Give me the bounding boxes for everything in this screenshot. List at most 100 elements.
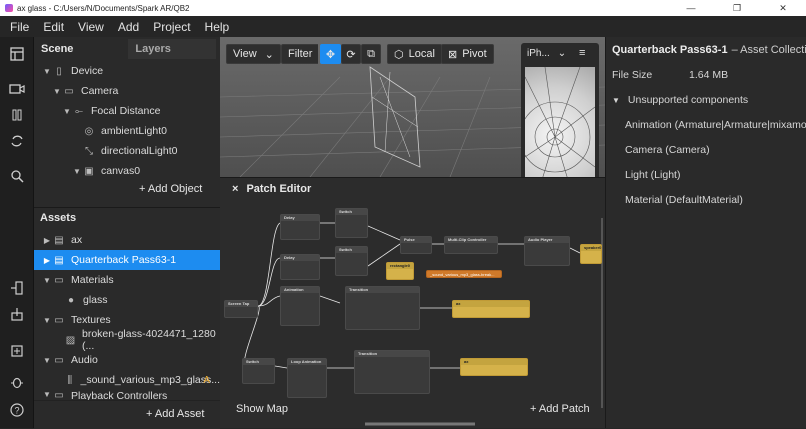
- menu-icon[interactable]: ≡: [579, 47, 585, 59]
- video-camera-icon[interactable]: [9, 81, 25, 97]
- move-tool-icon[interactable]: ✥: [320, 44, 341, 64]
- device-icon: ▯: [56, 65, 62, 77]
- device-preview: iPh...⌄ ≡ ⟲ ↻: [521, 43, 599, 177]
- patch-delay-1[interactable]: Delay: [280, 214, 320, 240]
- menu-bar: File Edit View Add Project Help: [0, 16, 806, 37]
- menu-add[interactable]: Add: [118, 20, 139, 34]
- asset-item-playback-controllers[interactable]: ▼ ▭ Playback Controllers: [34, 390, 220, 400]
- asset-item-quarterback[interactable]: ▶ ▤ Quarterback Pass63-1: [34, 250, 220, 270]
- asset-item-broken-glass[interactable]: ▨ broken-glass-4024471_1280 (...: [34, 328, 220, 352]
- rotate-tool-icon[interactable]: ⟳: [341, 44, 361, 64]
- collapse-arrow-icon[interactable]: ▼: [42, 67, 52, 76]
- viewport[interactable]: View ⌄ Filter ✥ ⟳ ⧉ ⬡ Local ⊠ Pivot iPh... ⌄…: [220, 37, 605, 177]
- patch-delay-2[interactable]: Delay: [280, 254, 320, 280]
- patch-multi-clip-controller[interactable]: Multi-Clip Controller: [444, 236, 498, 254]
- tab-scene[interactable]: Scene: [34, 39, 80, 59]
- help-icon[interactable]: ?: [9, 402, 25, 418]
- patch-animation[interactable]: Animation: [280, 286, 320, 326]
- filter-button[interactable]: Filter: [281, 44, 319, 64]
- component-item: Camera (Camera): [625, 144, 710, 156]
- patch-pulse[interactable]: Pulse: [400, 236, 432, 254]
- menu-edit[interactable]: Edit: [43, 20, 64, 34]
- zoom-icon[interactable]: [9, 168, 25, 184]
- add-patch-button[interactable]: + Add Patch: [530, 403, 590, 415]
- tree-item-ambient-light[interactable]: ◎ ambientLight0: [34, 121, 220, 141]
- scene-panel: Scene Layers ▼ ▯ Device ▼ ▭ Camera ▼ ⟜ F…: [34, 37, 220, 207]
- patch-screen-tap[interactable]: Screen Tap: [224, 300, 258, 318]
- patch-ax-1[interactable]: ax: [452, 300, 530, 318]
- file-size-label: File Size: [612, 69, 653, 81]
- pivot-toggle[interactable]: ⊠ Pivot: [441, 44, 494, 64]
- tree-item-device[interactable]: ▼ ▯ Device: [34, 61, 220, 81]
- device-select[interactable]: iPh... ⌄: [527, 48, 566, 59]
- patch-switch-3[interactable]: Switch: [242, 358, 275, 384]
- add-asset-button[interactable]: + Add Asset: [146, 408, 204, 420]
- minimize-button[interactable]: —: [668, 0, 714, 16]
- patch-transition-2[interactable]: Transition: [354, 350, 430, 394]
- asset-item-glass[interactable]: ● glass: [34, 290, 220, 310]
- patch-ax-2[interactable]: ax: [460, 358, 528, 376]
- collapse-arrow-icon[interactable]: ▼: [62, 107, 72, 116]
- restore-button[interactable]: ❐: [714, 0, 760, 16]
- audio-waveform-icon: ⫼: [67, 374, 73, 386]
- scale-tool-icon[interactable]: ⧉: [361, 44, 381, 64]
- tab-layers[interactable]: Layers: [128, 39, 217, 59]
- tree-item-directional-light[interactable]: ⤡ directionalLight0: [34, 141, 220, 161]
- folder-icon: ▭: [54, 354, 64, 366]
- add-to-library-icon[interactable]: [9, 342, 25, 358]
- patch-switch-1[interactable]: Switch: [335, 208, 368, 238]
- tree-item-label: directionalLight0: [101, 145, 178, 157]
- local-toggle[interactable]: ⬡ Local: [387, 44, 442, 64]
- expand-arrow-icon[interactable]: ▶: [42, 256, 52, 265]
- close-window-button[interactable]: ✕: [760, 0, 806, 16]
- asset-item-label: Materials: [71, 274, 114, 286]
- show-map-button[interactable]: Show Map: [236, 403, 288, 415]
- patch-transition-1[interactable]: Transition: [345, 286, 420, 330]
- asset-item-label: Audio: [71, 354, 98, 366]
- patch-speaker[interactable]: speaker0: [580, 244, 602, 264]
- expand-arrow-icon[interactable]: ▶: [42, 236, 52, 245]
- patch-editor[interactable]: × Patch Editor Delay Switch Delay Switch …: [220, 177, 605, 428]
- asset-item-audio[interactable]: ▼ ▭ Audio: [34, 350, 220, 370]
- properties-panel: Quarterback Pass63-1– Asset Collection F…: [605, 37, 806, 428]
- asset-item-sound[interactable]: ⫼ _sound_various_mp3_glass... A: [34, 370, 220, 390]
- menu-help[interactable]: Help: [205, 20, 230, 34]
- refresh-icon[interactable]: [9, 133, 25, 149]
- asset-item-label: glass: [83, 294, 108, 306]
- menu-view[interactable]: View: [78, 20, 104, 34]
- collapse-arrow-icon[interactable]: ▼: [42, 390, 52, 399]
- patch-sound-asset[interactable]: _sound_various_mp3_glass-break...: [426, 270, 502, 278]
- pause-icon[interactable]: [9, 107, 25, 123]
- spark-ar-logo-icon: [5, 4, 13, 12]
- menu-project[interactable]: Project: [153, 20, 190, 34]
- collapse-arrow-icon[interactable]: ▼: [42, 316, 52, 325]
- share-icon[interactable]: [9, 306, 25, 322]
- tree-item-focal-distance[interactable]: ▼ ⟜ Focal Distance: [34, 101, 220, 121]
- unsupported-components-toggle[interactable]: ▼ Unsupported components: [612, 94, 748, 106]
- patch-audio-player[interactable]: Audio Player: [524, 236, 570, 266]
- collapse-arrow-icon[interactable]: ▼: [52, 87, 62, 96]
- device-label: iPh...: [527, 48, 550, 59]
- tree-item-canvas[interactable]: ▼ ▣ canvas0: [34, 161, 220, 181]
- patch-switch-2[interactable]: Switch: [335, 246, 368, 276]
- add-object-button[interactable]: + Add Object: [139, 183, 202, 195]
- patch-loop-animation[interactable]: Loop Animation: [287, 358, 327, 398]
- tree-item-camera[interactable]: ▼ ▭ Camera: [34, 81, 220, 101]
- collapse-arrow-icon[interactable]: ▼: [42, 356, 52, 365]
- view-dropdown[interactable]: View ⌄: [226, 44, 281, 64]
- asset-item-label: Quarterback Pass63-1: [71, 254, 177, 266]
- bug-icon[interactable]: [9, 374, 25, 390]
- menu-file[interactable]: File: [10, 20, 29, 34]
- asset-item-materials[interactable]: ▼ ▭ Materials: [34, 270, 220, 290]
- asset-item-textures[interactable]: ▼ ▭ Textures: [34, 310, 220, 330]
- texture-thumbnail-icon: ▨: [65, 334, 76, 346]
- asset-item-ax[interactable]: ▶ ▤ ax: [34, 230, 220, 250]
- unsupported-label: Unsupported components: [627, 94, 749, 106]
- tree-item-label: canvas0: [101, 165, 141, 177]
- collapse-arrow-icon[interactable]: ▼: [42, 276, 52, 285]
- layout-icon[interactable]: [9, 46, 25, 62]
- send-to-device-icon[interactable]: [9, 280, 25, 296]
- patch-rectangle[interactable]: rectangle0: [386, 262, 414, 280]
- collapse-arrow-icon[interactable]: ▼: [72, 167, 82, 176]
- component-item: Light (Light): [625, 169, 681, 181]
